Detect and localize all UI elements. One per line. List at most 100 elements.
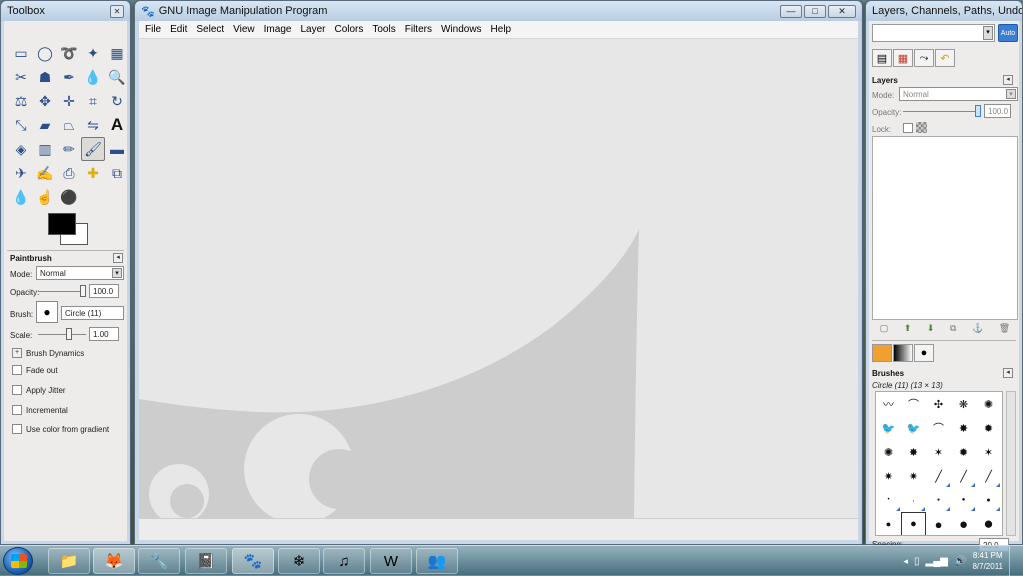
minimize-button[interactable]: — xyxy=(780,4,802,18)
brush-item[interactable]: ✹ xyxy=(951,440,976,464)
tray-arrow-icon[interactable]: ◂ xyxy=(903,556,908,567)
brush-scrollbar[interactable] xyxy=(1006,391,1016,536)
menu-edit[interactable]: Edit xyxy=(170,24,187,35)
heal-tool-icon[interactable]: ✚ xyxy=(81,161,105,185)
menu-file[interactable]: File xyxy=(145,24,161,35)
scale-slider[interactable] xyxy=(38,328,86,340)
fade-out-checkbox[interactable]: Fade out xyxy=(12,365,58,375)
dodge-burn-tool-icon[interactable]: ⚫ xyxy=(57,185,81,209)
rotate-tool-icon[interactable]: ↻ xyxy=(105,89,129,113)
dock-titlebar[interactable]: Layers, Channels, Paths, Undo - P... ✕ xyxy=(866,1,1022,21)
paintbrush-tool-icon[interactable]: 🖌 xyxy=(81,137,105,161)
blur-tool-icon[interactable]: 💧 xyxy=(9,185,33,209)
layer-opacity-slider[interactable] xyxy=(903,105,981,117)
layers-tab-icon[interactable]: ▤ xyxy=(872,49,892,67)
brush-item[interactable]: ✷ xyxy=(901,464,926,488)
tool-task-icon[interactable]: 🔧 xyxy=(138,548,180,574)
undo-tab-icon[interactable]: ↶ xyxy=(935,49,955,67)
brush-item[interactable]: ╱ xyxy=(976,464,1001,488)
panel-menu-icon[interactable]: ◂ xyxy=(1003,75,1013,85)
brush-dynamics-expander[interactable]: + Brush Dynamics xyxy=(12,348,84,358)
free-select-tool-icon[interactable]: ➰ xyxy=(57,41,81,65)
raise-layer-icon[interactable]: ⬆ xyxy=(904,323,912,337)
brush-item[interactable]: ● xyxy=(951,512,976,535)
lock-pixels-checkbox[interactable] xyxy=(903,123,913,133)
menu-tools[interactable]: Tools xyxy=(372,24,395,35)
checkbox-box[interactable] xyxy=(12,365,22,375)
brush-item[interactable]: ⌒ xyxy=(926,416,951,440)
scale-slider-thumb[interactable] xyxy=(66,328,72,340)
blend-tool-icon[interactable]: ▥ xyxy=(33,137,57,161)
options-menu-icon[interactable]: ◂ xyxy=(113,253,123,263)
brush-grid[interactable]: 〰 ⌒ ✣ ❋ ✺ 🐦 🐦 ⌒ ✸ ✹ ✺ ✸ ✶ ✹ ✶ ✷ ✷ ╱ ╱ ╱ … xyxy=(875,391,1003,536)
menu-image[interactable]: Image xyxy=(264,24,292,35)
image-select[interactable]: ▾ xyxy=(872,24,995,42)
apply-jitter-checkbox[interactable]: Apply Jitter xyxy=(12,385,66,395)
brush-item[interactable]: ● xyxy=(976,488,1001,512)
rect-select-tool-icon[interactable]: ▭ xyxy=(9,41,33,65)
brush-item[interactable]: ╱ xyxy=(926,464,951,488)
clone-tool-icon[interactable]: ⎙ xyxy=(57,161,81,185)
brush-item[interactable]: ✺ xyxy=(976,392,1001,416)
volume-icon[interactable]: 🔊 xyxy=(954,556,966,567)
show-desktop-button[interactable] xyxy=(1009,546,1019,576)
measure-tool-icon[interactable]: ⚖ xyxy=(9,89,33,113)
network-icon[interactable]: ▂▄▆ xyxy=(926,556,948,567)
gradient-tab-icon[interactable] xyxy=(893,344,913,362)
pattern-tab-icon[interactable] xyxy=(872,344,892,362)
brush-item[interactable]: ✶ xyxy=(926,440,951,464)
layer-mode-select[interactable]: Normal ▾ xyxy=(899,87,1018,101)
foreground-color-swatch[interactable] xyxy=(48,213,76,235)
color-picker-tool-icon[interactable]: 💧 xyxy=(81,65,105,89)
incremental-checkbox[interactable]: Incremental xyxy=(12,405,68,415)
use-color-gradient-checkbox[interactable]: Use color from gradient xyxy=(12,424,109,434)
perspective-clone-tool-icon[interactable]: ⧉ xyxy=(105,161,129,185)
brush-item[interactable]: ❋ xyxy=(951,392,976,416)
align-tool-icon[interactable]: ✛ xyxy=(57,89,81,113)
layer-opacity-thumb[interactable] xyxy=(975,105,981,117)
new-layer-icon[interactable]: ▢ xyxy=(880,323,889,337)
brush-item[interactable]: ✶ xyxy=(976,440,1001,464)
ellipse-select-tool-icon[interactable]: ◯ xyxy=(33,41,57,65)
snowflake-task-icon[interactable]: ❄ xyxy=(278,548,320,574)
delete-layer-icon[interactable]: 🗑 xyxy=(999,323,1010,337)
toolbox-titlebar[interactable]: Toolbox ✕ xyxy=(1,1,130,21)
brush-item[interactable]: ✸ xyxy=(901,440,926,464)
flip-tool-icon[interactable]: ⇋ xyxy=(81,113,105,137)
scissors-tool-icon[interactable]: ✂ xyxy=(9,65,33,89)
menu-help[interactable]: Help xyxy=(491,24,512,35)
brush-item[interactable]: ● xyxy=(876,512,901,535)
move-tool-icon[interactable]: ✥ xyxy=(33,89,57,113)
lower-layer-icon[interactable]: ⬇ xyxy=(927,323,935,337)
layer-list[interactable] xyxy=(872,136,1018,320)
pencil-tool-icon[interactable]: ✏ xyxy=(57,137,81,161)
menu-colors[interactable]: Colors xyxy=(334,24,363,35)
maximize-button[interactable]: □ xyxy=(804,4,826,18)
gimp-task-icon[interactable]: 🐾 xyxy=(232,548,274,574)
auto-button[interactable]: Auto xyxy=(998,24,1018,42)
brush-item[interactable]: ● xyxy=(926,488,951,512)
menu-windows[interactable]: Windows xyxy=(441,24,482,35)
itunes-task-icon[interactable]: ♫ xyxy=(323,548,365,574)
brush-item[interactable]: • xyxy=(876,488,901,512)
brush-item[interactable]: ✺ xyxy=(876,440,901,464)
checkbox-box[interactable] xyxy=(12,385,22,395)
lock-alpha-icon[interactable] xyxy=(916,122,927,133)
paths-tab-icon[interactable]: ⤳ xyxy=(914,49,934,67)
brush-item[interactable]: ✷ xyxy=(876,464,901,488)
notes-task-icon[interactable]: 📓 xyxy=(185,548,227,574)
layer-opacity-input[interactable]: 100.0 xyxy=(984,104,1011,118)
foreground-select-tool-icon[interactable]: ☗ xyxy=(33,65,57,89)
brush-item[interactable]: • xyxy=(901,488,926,512)
duplicate-layer-icon[interactable]: ⧉ xyxy=(950,323,956,337)
messenger-task-icon[interactable]: 👥 xyxy=(416,548,458,574)
explorer-task-icon[interactable]: 📁 xyxy=(48,548,90,574)
paths-tool-icon[interactable]: ✒ xyxy=(57,65,81,89)
brush-preview-button[interactable]: ● xyxy=(36,301,58,323)
menu-layer[interactable]: Layer xyxy=(300,24,325,35)
fg-bg-colors[interactable] xyxy=(44,211,92,247)
brush-item[interactable]: 〰 xyxy=(876,392,901,416)
firefox-task-icon[interactable]: 🦊 xyxy=(93,548,135,574)
brush-item[interactable]: ✹ xyxy=(976,416,1001,440)
brush-item[interactable]: ✸ xyxy=(951,416,976,440)
